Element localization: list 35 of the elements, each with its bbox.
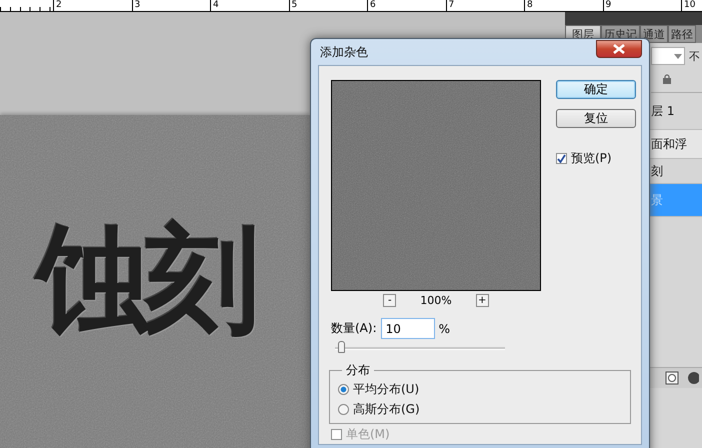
dialog-button[interactable]: 确定 bbox=[556, 80, 636, 99]
etched-text: 蚀刻 bbox=[36, 215, 252, 345]
layer-row[interactable]: 面和浮 bbox=[647, 130, 702, 159]
ruler-number: 2 bbox=[53, 0, 132, 11]
ruler-number: 3 bbox=[132, 0, 210, 11]
radio-label: 平均分布(U) bbox=[353, 380, 420, 398]
monochrome-label: 单色(M) bbox=[346, 426, 390, 443]
panel-tab[interactable]: 路径 bbox=[668, 25, 696, 43]
radio-button[interactable] bbox=[338, 384, 349, 394]
zoom-out-button[interactable]: - bbox=[383, 294, 396, 307]
ruler-number: 4 bbox=[210, 0, 288, 11]
lock-icon bbox=[663, 74, 671, 84]
radio-button[interactable] bbox=[338, 404, 349, 414]
radio-label: 高斯分布(G) bbox=[353, 400, 420, 418]
slider-thumb[interactable] bbox=[338, 341, 346, 353]
dialog-title: 添加杂色 bbox=[319, 44, 368, 60]
blend-mode-dropdown[interactable] bbox=[651, 47, 685, 65]
mask-icon[interactable] bbox=[665, 371, 679, 385]
amount-label: 数量(A): bbox=[331, 320, 377, 337]
opacity-label: 不 bbox=[689, 48, 700, 64]
close-icon bbox=[613, 44, 625, 54]
adjustment-icon[interactable] bbox=[687, 371, 699, 385]
amount-field[interactable]: 10 bbox=[380, 318, 435, 339]
zoom-level: 100% bbox=[420, 294, 452, 307]
caret-icon bbox=[674, 54, 682, 58]
zoom-in-button[interactable]: + bbox=[476, 294, 489, 307]
dialog-button[interactable]: 复位 bbox=[556, 109, 636, 128]
percent-label: % bbox=[438, 322, 450, 336]
group-title: 分布 bbox=[345, 362, 371, 379]
monochrome-checkbox[interactable] bbox=[331, 429, 342, 440]
close-button[interactable] bbox=[596, 40, 642, 58]
panel-tab[interactable]: 通道 bbox=[640, 25, 668, 43]
ruler-number: 5 bbox=[288, 0, 367, 11]
preview-checkbox[interactable] bbox=[556, 153, 567, 164]
preview-label: 预览(P) bbox=[571, 150, 612, 167]
